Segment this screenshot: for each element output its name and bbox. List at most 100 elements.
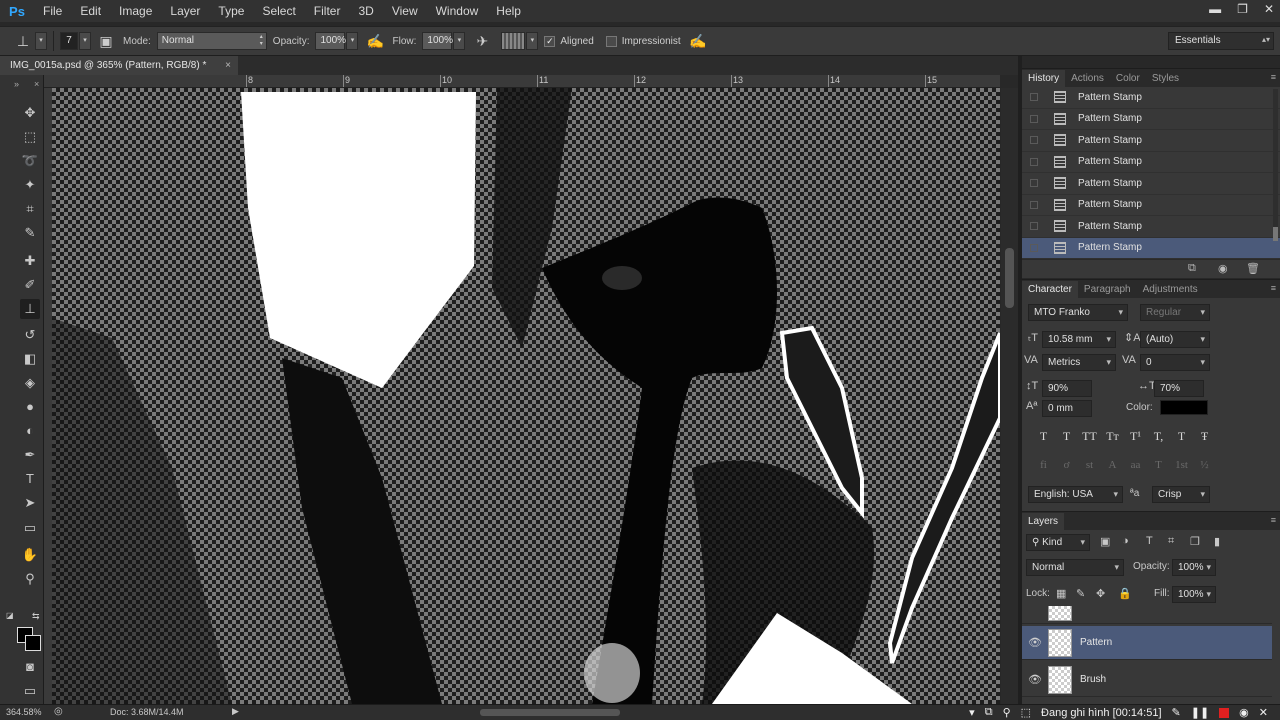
filter-smart-object-icon[interactable]: ❐ [1190, 535, 1200, 548]
menu-select[interactable]: Select [253, 0, 304, 22]
impressionist-option[interactable]: Impressionist [605, 35, 681, 47]
region-icon[interactable]: ⬚ [1021, 706, 1031, 719]
stamp-preset-icon[interactable]: ⊥ [12, 31, 34, 51]
typo-style-1-button[interactable]: T [1055, 429, 1078, 444]
tools-collapse-icon[interactable]: » [14, 79, 19, 89]
layer-row-brush[interactable]: 👁 Brush [1022, 663, 1272, 697]
font-family-select[interactable]: MTO Franko [1028, 304, 1128, 321]
font-style-select[interactable]: Regular [1140, 304, 1210, 321]
snapshot-icon[interactable]: ◉ [1218, 262, 1228, 275]
history-state[interactable]: Pattern Stamp [1022, 216, 1280, 238]
flow-input[interactable]: 100% [422, 32, 453, 50]
brush-picker-arrow[interactable]: ▾ [79, 32, 91, 50]
pause-icon[interactable]: ❚❚ [1191, 706, 1209, 719]
screen-mode-icon[interactable]: ▭ [20, 681, 40, 701]
text-color-swatch[interactable] [1160, 400, 1208, 415]
pressure-size-icon[interactable]: ✍ [687, 31, 709, 51]
flow-arrow[interactable]: ▾ [453, 32, 466, 50]
typo-style-2-button[interactable]: TT [1078, 429, 1101, 444]
horizontal-scale-input[interactable]: 70% [1154, 380, 1204, 397]
visibility-eye-icon[interactable]: 👁 [1028, 636, 1042, 649]
window-icon[interactable]: ⧉ [985, 706, 993, 719]
tab-adjustments[interactable]: Adjustments [1137, 281, 1204, 298]
panel-menu-icon[interactable]: ≡ [1271, 515, 1276, 525]
lock-transparent-icon[interactable]: ▦ [1056, 587, 1066, 600]
tab-styles[interactable]: Styles [1146, 70, 1185, 87]
history-state[interactable]: Pattern Stamp [1022, 87, 1280, 109]
history-brush-source-box[interactable] [1030, 93, 1038, 102]
type-tool-icon[interactable]: T [20, 469, 40, 489]
history-brush-source-box[interactable] [1030, 114, 1038, 123]
history-brush-source-box[interactable] [1030, 179, 1038, 188]
tracking-input[interactable]: 0 [1140, 354, 1210, 371]
shape-tool-icon[interactable]: ▭ [20, 518, 40, 538]
trash-icon[interactable]: 🗑 [1246, 262, 1260, 275]
history-brush-source-box[interactable] [1030, 200, 1038, 209]
history-brush-source-box[interactable] [1030, 222, 1038, 231]
opentype-feature-1-button[interactable]: ơ [1055, 459, 1078, 471]
swap-colors-icon[interactable]: ⇆ [32, 611, 40, 622]
document-canvas[interactable] [52, 88, 1000, 704]
vertical-scale-input[interactable]: 90% [1042, 380, 1092, 397]
mode-select[interactable]: Normal [156, 32, 267, 50]
menu-image[interactable]: Image [110, 0, 161, 22]
layer-blend-mode-select[interactable]: Normal [1026, 559, 1124, 576]
airbrush-icon[interactable]: ✈ [471, 31, 493, 51]
aligned-checkbox[interactable]: ✓ [544, 35, 556, 47]
close-window-button[interactable]: ✕ [1264, 0, 1274, 18]
pen-tool-icon[interactable]: ✒ [20, 445, 40, 465]
eyedropper-tool-icon[interactable]: ✎ [20, 223, 40, 243]
path-select-tool-icon[interactable]: ➤ [20, 493, 40, 513]
pressure-opacity-icon[interactable]: ✍ [364, 31, 386, 51]
minimize-button[interactable]: ▬ [1209, 0, 1221, 18]
panel-menu-icon[interactable]: ≡ [1271, 72, 1276, 82]
paint-bucket-tool-icon[interactable]: ◈ [20, 373, 40, 393]
history-state[interactable]: Pattern Stamp [1022, 152, 1280, 173]
background-color-swatch[interactable] [25, 635, 41, 651]
status-info-icon[interactable]: ◎ [54, 706, 63, 717]
impressionist-checkbox[interactable] [605, 35, 617, 47]
menu-window[interactable]: Window [427, 0, 488, 22]
opentype-feature-3-button[interactable]: A [1101, 459, 1124, 471]
opacity-arrow[interactable]: ▾ [346, 32, 359, 50]
tab-layers[interactable]: Layers [1022, 513, 1065, 530]
opentype-feature-4-button[interactable]: aa [1124, 459, 1147, 471]
leading-input[interactable]: (Auto) [1140, 331, 1210, 348]
menu-help[interactable]: Help [487, 0, 530, 22]
zoom-tool-icon[interactable]: ⚲ [20, 569, 40, 589]
menu-file[interactable]: File [34, 0, 71, 22]
baseline-shift-input[interactable]: 0 mm [1042, 400, 1092, 417]
dropdown-icon[interactable]: ▾ [969, 706, 975, 719]
eraser-tool-icon[interactable]: ◧ [20, 349, 40, 369]
history-state[interactable]: Pattern Stamp [1022, 173, 1280, 195]
tab-paragraph[interactable]: Paragraph [1078, 281, 1137, 298]
filter-toggle-icon[interactable]: ▮ [1214, 535, 1220, 548]
pen-icon[interactable]: ✎ [1172, 706, 1181, 719]
menu-layer[interactable]: Layer [161, 0, 209, 22]
tool-preset-arrow[interactable]: ▾ [35, 32, 47, 50]
opentype-feature-7-button[interactable]: ½ [1193, 459, 1216, 471]
typo-style-0-button[interactable]: T [1032, 429, 1055, 444]
history-scrollbar[interactable] [1273, 89, 1278, 241]
menu-type[interactable]: Type [209, 0, 253, 22]
history-state[interactable]: Pattern Stamp [1022, 130, 1280, 152]
zoom-icon[interactable]: ⚲ [1003, 706, 1011, 719]
camera-icon[interactable]: ◉ [1239, 706, 1249, 719]
stop-record-button[interactable] [1219, 707, 1230, 718]
restore-button[interactable]: ❐ [1237, 0, 1248, 18]
lock-paint-icon[interactable]: ✎ [1076, 587, 1085, 600]
history-state[interactable]: Pattern Stamp [1022, 195, 1280, 216]
menu-3d[interactable]: 3D [349, 0, 382, 22]
fill-input[interactable]: 100% [1172, 586, 1216, 603]
menu-edit[interactable]: Edit [71, 0, 110, 22]
tab-color[interactable]: Color [1110, 70, 1146, 87]
zoom-level[interactable]: 364.58% [6, 707, 42, 717]
history-brush-source-box[interactable] [1030, 136, 1038, 145]
default-colors-icon[interactable]: ◪ [6, 611, 14, 620]
document-tab[interactable]: IMG_0015a.psd @ 365% (Pattern, RGB/8) * … [0, 56, 238, 75]
typo-style-7-button[interactable]: Ŧ [1193, 429, 1216, 444]
layer-opacity-input[interactable]: 100% [1172, 559, 1216, 576]
canvas-vertical-scrollbar[interactable] [1001, 88, 1018, 704]
lock-all-icon[interactable]: 🔒 [1118, 587, 1132, 600]
canvas-horizontal-scroll-thumb[interactable] [480, 709, 620, 716]
